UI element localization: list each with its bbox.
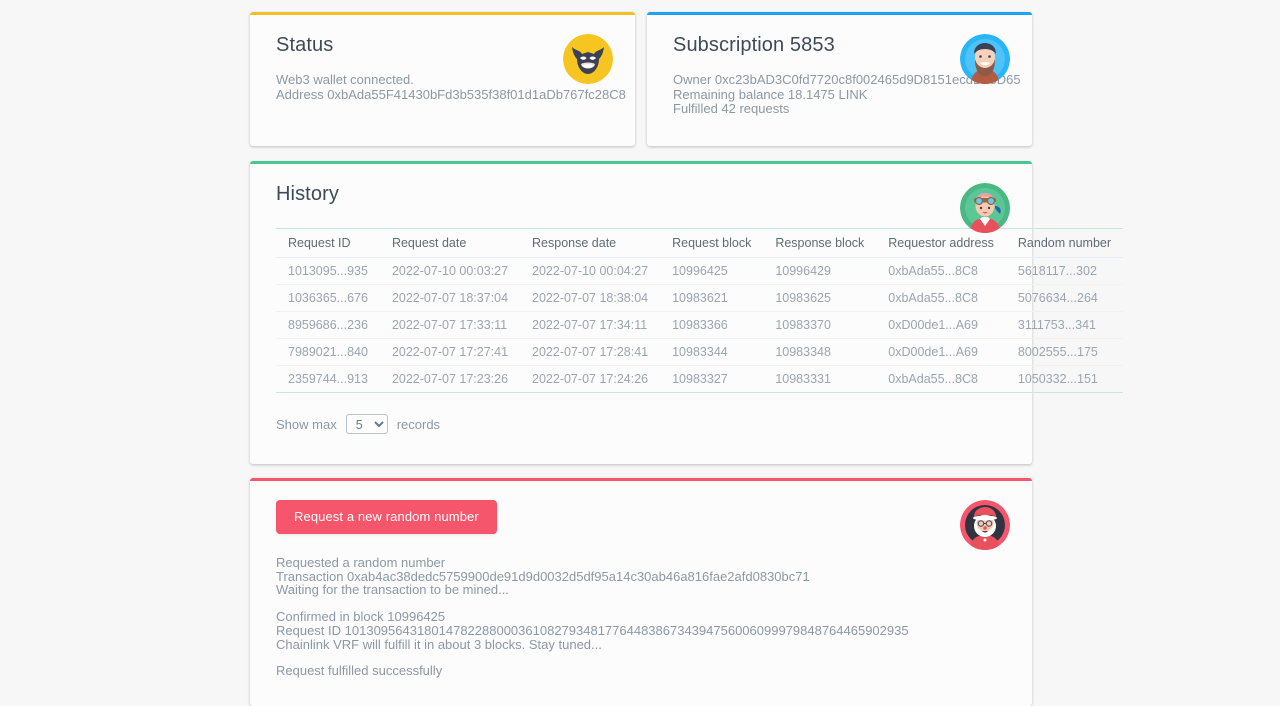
- cell-request-date: 2022-07-07 17:33:11: [380, 312, 520, 339]
- history-card: History Request ID Request date Response…: [250, 161, 1032, 464]
- cell-request-date: 2022-07-10 00:03:27: [380, 258, 520, 285]
- pilot-girl-avatar: [960, 183, 1010, 233]
- show-max-label: Show max: [276, 417, 337, 432]
- table-row: 8959686...236 2022-07-07 17:33:11 2022-0…: [276, 312, 1123, 339]
- cell-response-block: 10983348: [763, 339, 876, 366]
- bearded-man-avatar: [960, 34, 1010, 84]
- history-card-title: History: [276, 183, 1006, 206]
- log-line-waiting: Waiting for the transaction to be mined.…: [276, 583, 1006, 597]
- cell-request-id: 8959686...236: [276, 312, 380, 339]
- cell-requestor-address: 0xD00de1...A69: [876, 312, 1006, 339]
- log-block-requested: Requested a random number Transaction 0x…: [276, 556, 1006, 597]
- history-table: Request ID Request date Response date Re…: [276, 228, 1123, 393]
- show-max-select[interactable]: 5 10 25 50 100: [346, 414, 388, 434]
- cell-request-id: 2359744...913: [276, 366, 380, 393]
- col-request-block: Request block: [660, 229, 763, 258]
- cell-response-block: 10983331: [763, 366, 876, 393]
- log-line-requested: Requested a random number: [276, 556, 1006, 570]
- table-row: 1036365...676 2022-07-07 18:37:04 2022-0…: [276, 285, 1123, 312]
- cell-response-block: 10996429: [763, 258, 876, 285]
- subscription-card-title: Subscription 5853: [673, 34, 1006, 57]
- cell-request-id: 1036365...676: [276, 285, 380, 312]
- cell-random-number: 5076634...264: [1006, 285, 1123, 312]
- batman-avatar: [563, 34, 613, 84]
- log-block-confirmed: Confirmed in block 10996425 Request ID 1…: [276, 610, 1006, 651]
- subscription-owner-line: Owner 0xc23bAD3C0fd7720c8f002465d9D8151e…: [673, 73, 1006, 88]
- status-wallet-line: Web3 wallet connected.: [276, 73, 609, 88]
- cell-request-id: 1013095...935: [276, 258, 380, 285]
- col-response-date: Response date: [520, 229, 660, 258]
- request-card: Request a new random number Requested a …: [250, 478, 1032, 706]
- cell-response-block: 10983625: [763, 285, 876, 312]
- santa-avatar: [960, 500, 1010, 550]
- cell-request-block: 10983344: [660, 339, 763, 366]
- history-header-row: Request ID Request date Response date Re…: [276, 229, 1123, 258]
- col-random-number: Random number: [1006, 229, 1123, 258]
- cell-request-date: 2022-07-07 17:27:41: [380, 339, 520, 366]
- subscription-fulfilled-line: Fulfilled 42 requests: [673, 102, 1006, 117]
- subscription-card: Subscription 5853 Owner 0xc23bAD3C0fd772…: [647, 12, 1032, 146]
- log-line-confirmed-block: Confirmed in block 10996425: [276, 610, 1006, 624]
- show-max-suffix-label: records: [397, 417, 440, 432]
- top-cards-row: Status Web3 wallet connected. Address 0x…: [250, 12, 1032, 146]
- cell-response-date: 2022-07-07 17:28:41: [520, 339, 660, 366]
- cell-response-date: 2022-07-07 17:24:26: [520, 366, 660, 393]
- cell-request-block: 10983327: [660, 366, 763, 393]
- col-request-id: Request ID: [276, 229, 380, 258]
- status-card: Status Web3 wallet connected. Address 0x…: [250, 12, 635, 146]
- cell-random-number: 1050332...151: [1006, 366, 1123, 393]
- cell-request-date: 2022-07-07 18:37:04: [380, 285, 520, 312]
- status-card-lines: Web3 wallet connected. Address 0xbAda55F…: [276, 73, 609, 102]
- cell-requestor-address: 0xbAda55...8C8: [876, 285, 1006, 312]
- cell-random-number: 5618117...302: [1006, 258, 1123, 285]
- subscription-balance-line: Remaining balance 18.1475 LINK: [673, 88, 1006, 103]
- history-table-body: 1013095...935 2022-07-10 00:03:27 2022-0…: [276, 258, 1123, 393]
- cell-request-id: 7989021...840: [276, 339, 380, 366]
- log-line-transaction: Transaction 0xab4ac38dedc5759900de91d9d0…: [276, 570, 1006, 584]
- log-block-fulfilled: Request fulfilled successfully: [276, 664, 1006, 678]
- cell-requestor-address: 0xbAda55...8C8: [876, 258, 1006, 285]
- cell-random-number: 3111753...341: [1006, 312, 1123, 339]
- cards-container: Status Web3 wallet connected. Address 0x…: [250, 12, 1032, 706]
- cell-response-date: 2022-07-07 17:34:11: [520, 312, 660, 339]
- cell-response-date: 2022-07-07 18:38:04: [520, 285, 660, 312]
- cell-request-block: 10996425: [660, 258, 763, 285]
- cell-random-number: 8002555...175: [1006, 339, 1123, 366]
- cell-request-date: 2022-07-07 17:23:26: [380, 366, 520, 393]
- col-request-date: Request date: [380, 229, 520, 258]
- cell-request-block: 10983366: [660, 312, 763, 339]
- status-address-line: Address 0xbAda55F41430bFd3b535f38f01d1aD…: [276, 88, 609, 103]
- history-table-head: Request ID Request date Response date Re…: [276, 229, 1123, 258]
- col-response-block: Response block: [763, 229, 876, 258]
- cell-request-block: 10983621: [660, 285, 763, 312]
- status-card-title: Status: [276, 34, 609, 57]
- table-row: 2359744...913 2022-07-07 17:23:26 2022-0…: [276, 366, 1123, 393]
- show-max-controls: Show max 5 10 25 50 100 records: [276, 414, 1006, 434]
- request-log: Requested a random number Transaction 0x…: [276, 556, 1006, 678]
- cell-requestor-address: 0xbAda55...8C8: [876, 366, 1006, 393]
- request-new-random-number-button[interactable]: Request a new random number: [276, 500, 497, 534]
- cell-response-block: 10983370: [763, 312, 876, 339]
- table-row: 7989021...840 2022-07-07 17:27:41 2022-0…: [276, 339, 1123, 366]
- cell-requestor-address: 0xD00de1...A69: [876, 339, 1006, 366]
- table-row: 1013095...935 2022-07-10 00:03:27 2022-0…: [276, 258, 1123, 285]
- log-line-fulfilled: Request fulfilled successfully: [276, 664, 1006, 678]
- log-line-request-id: Request ID 10130956431801478228800036108…: [276, 624, 1006, 638]
- cell-response-date: 2022-07-10 00:04:27: [520, 258, 660, 285]
- subscription-card-lines: Owner 0xc23bAD3C0fd7720c8f002465d9D8151e…: [673, 73, 1006, 117]
- app-page: Status Web3 wallet connected. Address 0x…: [0, 0, 1280, 640]
